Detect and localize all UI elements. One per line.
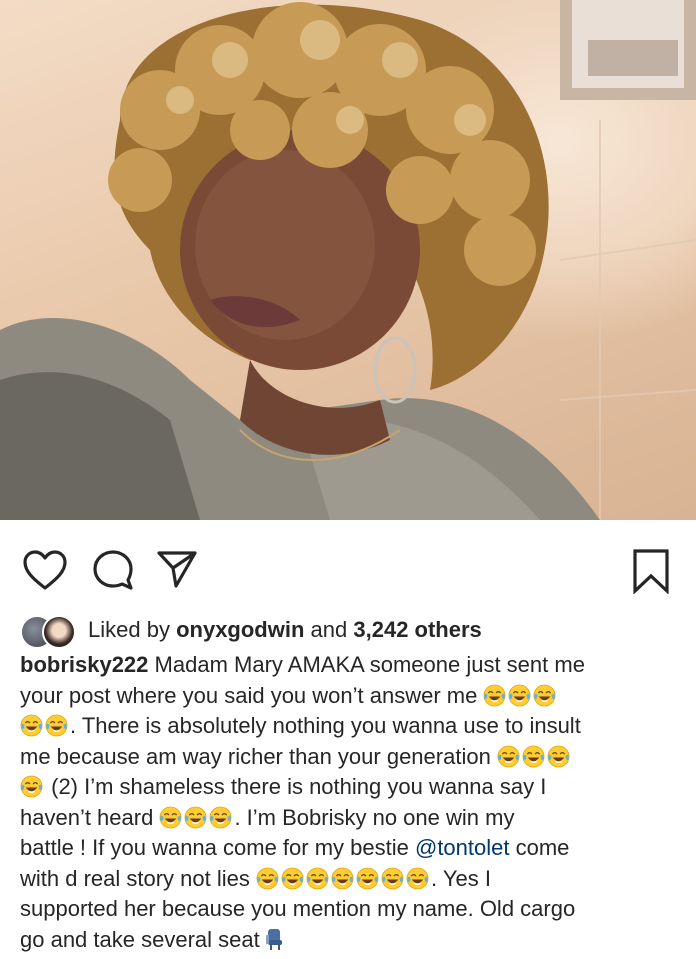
face-with-tears-of-joy-emoji bbox=[281, 867, 304, 890]
seat-emoji bbox=[264, 927, 286, 951]
face-with-tears-of-joy-emoji bbox=[20, 775, 43, 798]
caption-text: Madam Mary AMAKA someone just sent me bbox=[154, 652, 585, 677]
caption-line: . There is absolutely nothing you wanna … bbox=[20, 711, 684, 742]
face-with-tears-of-joy-emoji bbox=[508, 684, 531, 707]
comment-icon[interactable] bbox=[92, 549, 134, 591]
caption-text: me because am way richer than your gener… bbox=[20, 743, 491, 769]
face-with-tears-of-joy-emoji bbox=[356, 867, 379, 890]
caption-text: haven’t heard bbox=[20, 804, 154, 830]
caption-line: me because am way richer than your gener… bbox=[20, 742, 684, 773]
face-with-tears-of-joy-emoji bbox=[522, 745, 545, 768]
caption-text: battle ! If you wanna come for my bestie bbox=[20, 835, 409, 860]
caption-line: battle ! If you wanna come for my bestie… bbox=[20, 833, 684, 864]
post-photo[interactable] bbox=[0, 0, 696, 520]
mention-link[interactable]: @tontolet bbox=[415, 835, 510, 860]
caption-text: . I’m Bobrisky no one win my bbox=[234, 804, 515, 830]
caption-line: bobrisky222 Madam Mary AMAKA someone jus… bbox=[20, 650, 684, 681]
face-with-tears-of-joy-emoji bbox=[381, 867, 404, 890]
face-with-tears-of-joy-emoji bbox=[159, 806, 182, 829]
face-with-tears-of-joy-emoji bbox=[483, 684, 506, 707]
liker-username-link[interactable]: onyxgodwin bbox=[176, 617, 304, 643]
face-with-tears-of-joy-emoji bbox=[406, 867, 429, 890]
face-with-tears-of-joy-emoji bbox=[533, 684, 556, 707]
likes-count-link[interactable]: 3,242 others bbox=[353, 617, 481, 643]
likes-summary[interactable]: Liked by onyxgodwin and 3,242 others bbox=[20, 610, 482, 650]
caption-text: with d real story not lies bbox=[20, 865, 250, 891]
caption-text: go and take several seat bbox=[20, 926, 260, 952]
caption-username-link[interactable]: bobrisky222 bbox=[20, 652, 148, 677]
wall-frame bbox=[560, 0, 696, 100]
avatar bbox=[42, 615, 76, 649]
face-with-tears-of-joy-emoji bbox=[184, 806, 207, 829]
face-with-tears-of-joy-emoji bbox=[497, 745, 520, 768]
likes-and: and bbox=[310, 617, 348, 642]
paper-plane-icon[interactable] bbox=[156, 548, 198, 590]
caption-text: . Yes I bbox=[431, 865, 491, 891]
caption-line: supported her because you mention my nam… bbox=[20, 894, 684, 925]
selfie-illustration bbox=[0, 0, 696, 520]
face-with-tears-of-joy-emoji bbox=[45, 714, 68, 737]
bookmark-icon[interactable] bbox=[630, 548, 672, 594]
face-with-tears-of-joy-emoji bbox=[306, 867, 329, 890]
face-with-tears-of-joy-emoji bbox=[209, 806, 232, 829]
post-action-bar bbox=[0, 540, 696, 604]
caption-line: haven’t heard . I’m Bobrisky no one win … bbox=[20, 803, 684, 834]
caption-text: . There is absolutely nothing you wanna … bbox=[70, 713, 581, 738]
caption-text: come bbox=[515, 835, 570, 860]
post-caption: bobrisky222 Madam Mary AMAKA someone jus… bbox=[20, 650, 684, 955]
face-with-tears-of-joy-emoji bbox=[20, 714, 43, 737]
face-with-tears-of-joy-emoji bbox=[331, 867, 354, 890]
heart-icon[interactable] bbox=[22, 549, 68, 591]
caption-line: with d real story not lies . Yes I bbox=[20, 864, 684, 895]
likes-prefix: Liked by bbox=[88, 617, 170, 642]
liker-avatars bbox=[20, 612, 80, 649]
caption-line: (2) I’m shameless there is nothing you w… bbox=[20, 772, 684, 803]
caption-line: your post where you said you won’t answe… bbox=[20, 681, 684, 712]
caption-text: your post where you said you won’t answe… bbox=[20, 682, 478, 708]
caption-text: supported her because you mention my nam… bbox=[20, 896, 576, 921]
caption-text: (2) I’m shameless there is nothing you w… bbox=[45, 774, 547, 799]
face-with-tears-of-joy-emoji bbox=[547, 745, 570, 768]
face-with-tears-of-joy-emoji bbox=[256, 867, 279, 890]
